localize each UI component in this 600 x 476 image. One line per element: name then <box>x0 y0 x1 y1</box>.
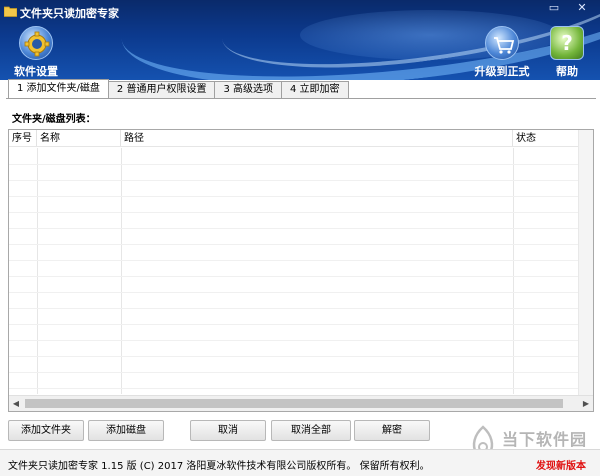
tab-advanced-options[interactable]: 3 高级选项 <box>214 81 283 98</box>
row-gridline <box>9 164 579 165</box>
decrypt-button[interactable]: 解密 <box>354 420 430 441</box>
row-gridline <box>9 260 579 261</box>
help-label: 帮助 <box>556 65 578 78</box>
row-gridline <box>9 340 579 341</box>
settings-button[interactable]: 软件设置 <box>12 26 60 79</box>
row-gridline <box>9 180 579 181</box>
row-gridline <box>9 356 579 357</box>
row-gridline <box>9 388 579 389</box>
table-header: 序号 名称 路径 状态 <box>9 130 579 147</box>
upgrade-button[interactable]: 升级到正式版 <box>472 26 532 80</box>
header-banner: 文件夹只读加密专家 ▭ ✕ 软件设置 升级到正式版 <box>0 0 600 80</box>
add-folder-button[interactable]: 添加文件夹 <box>8 420 84 441</box>
minimize-button[interactable]: ▭ <box>542 2 566 16</box>
window-controls: ▭ ✕ <box>542 2 594 16</box>
settings-label: 软件设置 <box>14 65 58 78</box>
copyright-text: 文件夹只读加密专家 1.15 版 (C) 2017 洛阳夏冰软件技术有限公司版权… <box>8 461 430 472</box>
vertical-scrollbar[interactable] <box>578 130 593 396</box>
gear-icon <box>19 26 53 60</box>
scroll-left-icon[interactable]: ◀ <box>9 396 23 411</box>
cancel-button[interactable]: 取消 <box>190 420 266 441</box>
column-header-index[interactable]: 序号 <box>9 130 37 146</box>
tab-strip: 1 添加文件夹/磁盘 2 普通用户权限设置 3 高级选项 4 立即加密 <box>8 79 349 98</box>
row-gridline <box>9 276 579 277</box>
scroll-thumb[interactable] <box>25 399 563 408</box>
tab-user-permissions[interactable]: 2 普通用户权限设置 <box>107 81 216 98</box>
status-bar: 文件夹只读加密专家 1.15 版 (C) 2017 洛阳夏冰软件技术有限公司版权… <box>0 449 600 476</box>
row-gridline <box>9 228 579 229</box>
upgrade-label: 升级到正式版 <box>474 65 530 78</box>
column-divider <box>121 148 122 394</box>
help-icon: ? <box>550 26 584 60</box>
table-rows <box>9 148 579 394</box>
window-title: 文件夹只读加密专家 <box>20 7 119 20</box>
row-gridline <box>9 292 579 293</box>
shopping-cart-icon <box>485 26 519 60</box>
row-gridline <box>9 372 579 373</box>
tab-encrypt-now[interactable]: 4 立即加密 <box>281 81 349 98</box>
row-gridline <box>9 196 579 197</box>
scroll-right-icon[interactable]: ▶ <box>579 396 593 411</box>
column-header-status[interactable]: 状态 <box>513 130 579 146</box>
new-version-link[interactable]: 发现新版本 <box>536 457 586 472</box>
help-glyph: ? <box>561 31 573 55</box>
row-gridline <box>9 308 579 309</box>
add-disk-button[interactable]: 添加磁盘 <box>88 420 164 441</box>
folder-disk-table[interactable]: 序号 名称 路径 状态 ◀ ▶ <box>8 129 594 412</box>
list-title: 文件夹/磁盘列表： <box>12 114 96 125</box>
tab-divider <box>6 98 596 99</box>
close-button[interactable]: ✕ <box>570 2 594 16</box>
watermark-text: 当下软件园 <box>502 430 588 449</box>
row-gridline <box>9 244 579 245</box>
column-header-path[interactable]: 路径 <box>121 130 513 146</box>
cancel-all-button[interactable]: 取消全部 <box>271 420 351 441</box>
column-header-name[interactable]: 名称 <box>37 130 121 146</box>
row-gridline <box>9 324 579 325</box>
folder-icon <box>4 6 17 17</box>
horizontal-scrollbar[interactable]: ◀ ▶ <box>9 395 593 411</box>
column-divider <box>37 148 38 394</box>
tab-add-folder-disk[interactable]: 1 添加文件夹/磁盘 <box>8 79 109 98</box>
help-button[interactable]: ? 帮助 <box>546 26 588 79</box>
row-gridline <box>9 212 579 213</box>
column-divider <box>513 148 514 394</box>
